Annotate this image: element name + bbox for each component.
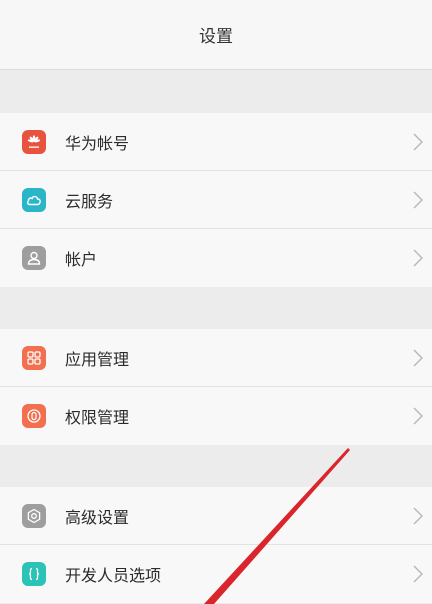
- person-icon: [22, 246, 46, 270]
- settings-item-app-management[interactable]: 应用管理: [0, 329, 432, 387]
- chevron-right-icon: [413, 191, 423, 209]
- chevron-right-icon: [413, 407, 423, 425]
- group-spacer: [0, 445, 432, 487]
- chevron-right-icon: [413, 249, 423, 267]
- settings-item-label: 开发人员选项: [65, 566, 162, 585]
- chevron-right-icon: [413, 349, 423, 367]
- chevron-right-icon: [413, 565, 423, 583]
- apps-grid-icon: [22, 346, 46, 370]
- settings-item-label: 华为帐号: [65, 134, 130, 153]
- settings-screen: 设置 华为帐号 云服务 帐户 应用管理 权限管理 高级设置 开发人员选项: [0, 0, 432, 604]
- settings-item-label: 帐户: [65, 250, 98, 269]
- gear-icon: [22, 504, 46, 528]
- settings-item-label: 权限管理: [65, 408, 130, 427]
- settings-item-label: 高级设置: [65, 508, 130, 527]
- settings-item-cloud-service[interactable]: 云服务: [0, 171, 432, 229]
- settings-item-huawei-account[interactable]: 华为帐号: [0, 113, 432, 171]
- cloud-icon: [22, 188, 46, 212]
- title-bar: 设置: [0, 0, 432, 70]
- settings-item-label: 云服务: [65, 192, 114, 211]
- page-title: 设置: [199, 27, 233, 47]
- chevron-right-icon: [413, 133, 423, 151]
- settings-item-accounts[interactable]: 帐户: [0, 229, 432, 287]
- group-spacer: [0, 287, 432, 329]
- huawei-logo-icon: [22, 130, 46, 154]
- chevron-right-icon: [413, 507, 423, 525]
- settings-item-developer-options[interactable]: 开发人员选项: [0, 545, 432, 603]
- settings-item-permission-management[interactable]: 权限管理: [0, 387, 432, 445]
- settings-item-label: 应用管理: [65, 350, 130, 369]
- group-spacer: [0, 71, 432, 113]
- permission-icon: [22, 404, 46, 428]
- braces-icon: [22, 562, 46, 586]
- settings-item-advanced-settings[interactable]: 高级设置: [0, 487, 432, 545]
